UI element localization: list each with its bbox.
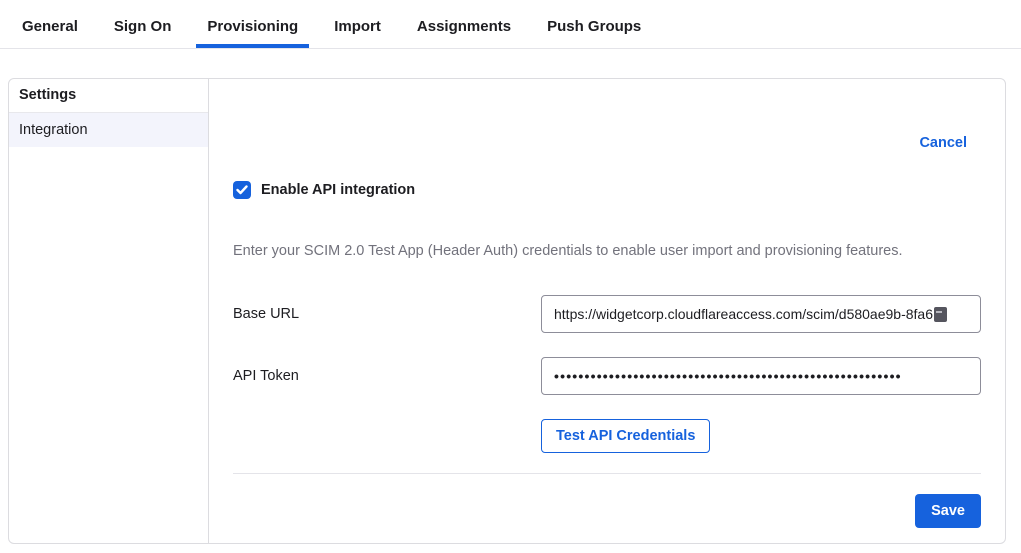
base-url-input[interactable]: https://widgetcorp.cloudflareaccess.com/…: [541, 295, 981, 333]
enable-api-integration-row: Enable API integration: [233, 181, 981, 199]
cancel-row: Cancel: [233, 134, 981, 151]
provisioning-panel: Settings Integration Cancel Enable API i…: [8, 78, 1006, 544]
test-api-credentials-button[interactable]: Test API Credentials: [541, 419, 710, 453]
api-token-row: API Token ••••••••••••••••••••••••••••••…: [233, 357, 981, 395]
credentials-form: Base URL https://widgetcorp.cloudflareac…: [233, 295, 981, 453]
api-token-masked-value: ••••••••••••••••••••••••••••••••••••••••…: [554, 368, 902, 384]
tab-general[interactable]: General: [11, 10, 89, 48]
app-tabbar: General Sign On Provisioning Import Assi…: [0, 0, 1021, 49]
test-credentials-row: Test API Credentials: [233, 419, 981, 453]
cancel-link[interactable]: Cancel: [919, 135, 967, 151]
save-row: Save: [233, 494, 981, 528]
form-divider: [233, 473, 981, 474]
text-cursor-block: [934, 307, 947, 322]
tab-sign-on[interactable]: Sign On: [103, 10, 183, 48]
settings-sidebar: Settings Integration: [9, 79, 209, 543]
check-icon: [236, 185, 248, 195]
integration-settings-form: Cancel Enable API integration Enter your…: [209, 79, 1005, 543]
credentials-description: Enter your SCIM 2.0 Test App (Header Aut…: [233, 243, 981, 259]
sidebar-item-integration[interactable]: Integration: [9, 113, 208, 147]
tab-push-groups[interactable]: Push Groups: [536, 10, 652, 48]
api-token-label: API Token: [233, 368, 541, 384]
sidebar-header-settings: Settings: [9, 79, 208, 113]
base-url-value: https://widgetcorp.cloudflareaccess.com/…: [554, 306, 933, 322]
base-url-row: Base URL https://widgetcorp.cloudflareac…: [233, 295, 981, 333]
base-url-label: Base URL: [233, 306, 541, 322]
tab-assignments[interactable]: Assignments: [406, 10, 522, 48]
enable-api-integration-checkbox[interactable]: [233, 181, 251, 199]
tab-provisioning[interactable]: Provisioning: [196, 10, 309, 48]
api-token-input[interactable]: ••••••••••••••••••••••••••••••••••••••••…: [541, 357, 981, 395]
save-button[interactable]: Save: [915, 494, 981, 528]
tab-import[interactable]: Import: [323, 10, 392, 48]
enable-api-integration-label: Enable API integration: [261, 182, 415, 198]
